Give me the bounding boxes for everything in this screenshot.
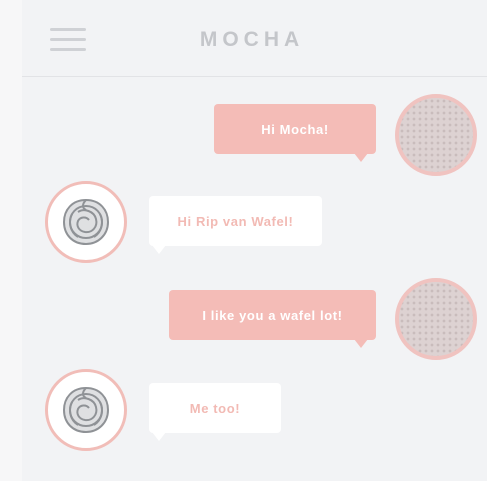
- message-text: Me too!: [189, 400, 241, 416]
- message-text: Hi Mocha!: [261, 121, 329, 137]
- message-bubble-incoming[interactable]: Me too!: [149, 383, 281, 433]
- rose-avatar[interactable]: [45, 181, 127, 263]
- app-header: MOCHA: [22, 0, 487, 77]
- bubble-tail: [152, 245, 166, 254]
- user-avatar[interactable]: [395, 94, 477, 176]
- rose-icon: [62, 386, 110, 434]
- chat-app: MOCHA Hi Mocha! Hi Rip van Wafel! I like…: [22, 0, 487, 481]
- message-text: Hi Rip van Wafel!: [177, 213, 294, 229]
- rose-avatar[interactable]: [45, 369, 127, 451]
- rose-icon: [62, 198, 110, 246]
- user-avatar[interactable]: [395, 278, 477, 360]
- message-bubble-incoming[interactable]: Hi Rip van Wafel!: [149, 196, 322, 246]
- menu-line: [50, 28, 86, 31]
- message-bubble-outgoing[interactable]: Hi Mocha!: [214, 104, 376, 154]
- message-bubble-outgoing[interactable]: I like you a wafel lot!: [169, 290, 376, 340]
- page-title: MOCHA: [199, 28, 305, 51]
- bubble-tail: [354, 339, 368, 348]
- bubble-tail: [152, 432, 166, 441]
- menu-line: [50, 48, 86, 51]
- menu-line: [50, 38, 86, 41]
- message-text: I like you a wafel lot!: [202, 307, 343, 323]
- bubble-tail: [354, 153, 368, 162]
- hamburger-menu-icon[interactable]: [50, 26, 86, 52]
